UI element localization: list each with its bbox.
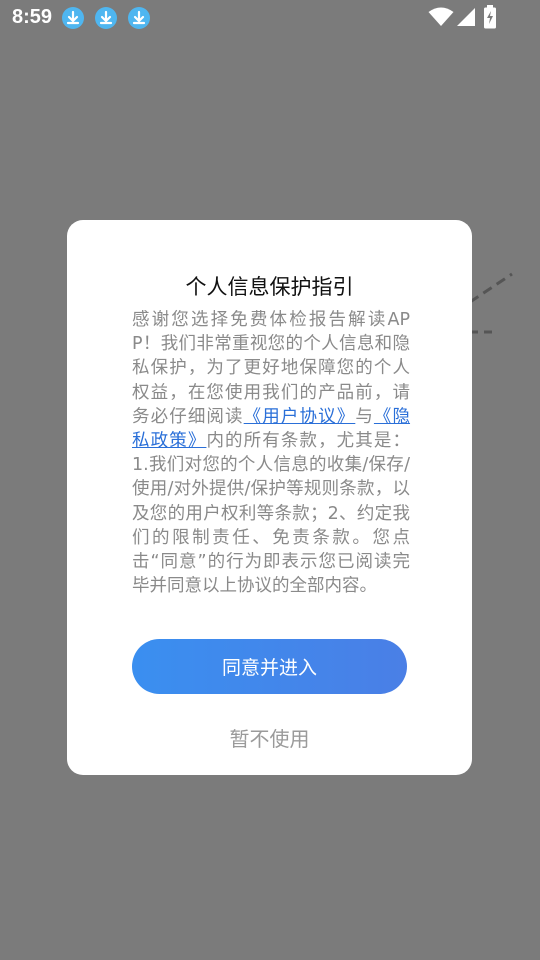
dialog-title: 个人信息保护指引 [185, 275, 354, 299]
download-icon [62, 7, 84, 29]
agree-button[interactable]: 同意并进入 [132, 639, 407, 694]
download-icon [95, 7, 117, 29]
dialog-body: 感谢您选择免费体检报告解读APP！我们非常重视您的个人信息和隐私保护，为了更好地… [132, 308, 410, 598]
decline-button[interactable]: 暂不使用 [67, 723, 472, 752]
body-connector-text: 与 [355, 406, 374, 427]
signal-icon [456, 7, 476, 31]
clock-time: 8:59 [12, 6, 53, 28]
privacy-dialog: 个人信息保护指引 感谢您选择免费体检报告解读APP！我们非常重视您的个人信息和隐… [67, 220, 472, 775]
body-rest-text: 内的所有条款，尤其是：1.我们对您的个人信息的收集/保存/使用/对外提供/保护等… [132, 431, 411, 597]
battery-charging-icon [483, 5, 497, 33]
wifi-icon [428, 7, 454, 31]
download-icon [128, 7, 150, 29]
user-agreement-link[interactable]: 《用户协议》 [244, 407, 356, 427]
status-bar: 8:59 [0, 0, 540, 36]
